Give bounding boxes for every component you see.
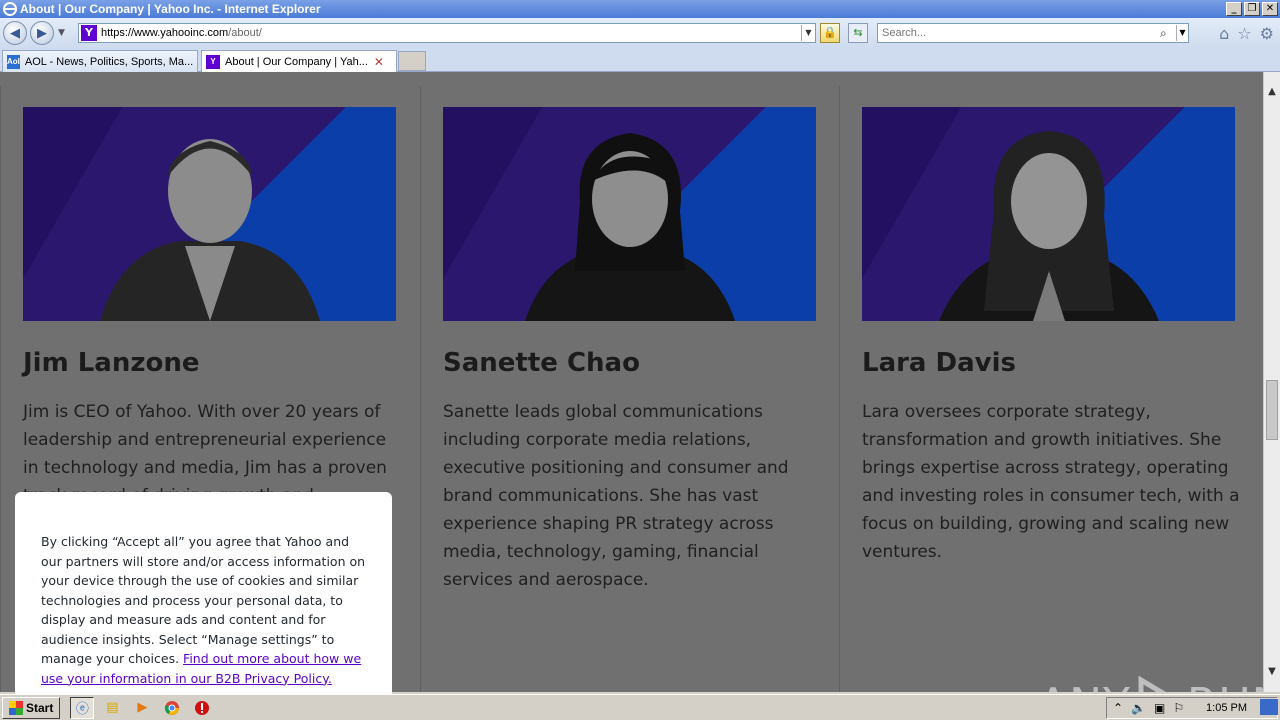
address-bar[interactable]: Y https://www.yahooinc.com/about/ ▼ [78, 23, 816, 43]
minimize-button[interactable]: _ [1226, 2, 1242, 16]
person-name: Lara Davis [862, 348, 1016, 378]
chrome-icon[interactable] [160, 697, 184, 719]
person-bio: Sanette leads global communications incl… [443, 402, 789, 590]
media-player-icon[interactable]: ▶ [130, 697, 154, 719]
start-button[interactable]: Start [2, 696, 61, 719]
person-photo [23, 107, 396, 321]
search-icon[interactable]: ⌕ [1160, 26, 1176, 41]
tray-expand-icon[interactable]: ⌃ [1113, 701, 1123, 715]
person-portrait-icon [524, 133, 735, 321]
maximize-button[interactable]: ❐ [1244, 2, 1260, 16]
settings-gear-icon[interactable]: ⚙ [1260, 24, 1274, 43]
ie-icon [2, 1, 18, 17]
volume-icon[interactable]: 🔈 [1131, 701, 1146, 715]
cookie-consent-text: By clicking “Accept all” you agree that … [41, 534, 366, 666]
play-icon [1138, 676, 1166, 692]
tab-bar: Aol AOL - News, Politics, Sports, Ma... … [0, 48, 1280, 72]
vertical-scrollbar[interactable]: ▲ ▼ [1263, 72, 1280, 692]
taskbar: Start ⓔ ▤ ▶ ⌃ 🔈 ▣ ⚐ 1:05 PM [0, 694, 1280, 720]
network-icon[interactable]: ▣ [1154, 701, 1165, 715]
aol-icon: Aol [7, 54, 20, 69]
forward-arrow-icon: ▶ [37, 25, 47, 41]
search-dropdown-icon[interactable]: ▼ [1176, 25, 1188, 41]
address-url[interactable]: https://www.yahooinc.com/about/ [101, 27, 801, 39]
person-photo [862, 107, 1235, 321]
tab-label: About | Our Company | Yah... [225, 55, 368, 68]
favorites-star-icon[interactable]: ☆ [1237, 24, 1251, 43]
new-tab-button[interactable] [398, 51, 426, 71]
ie-taskbar-icon[interactable]: ⓔ [70, 696, 95, 719]
tab-yahoo-about[interactable]: Y About | Our Company | Yah... ✕ [201, 50, 397, 72]
show-desktop-icon[interactable] [1260, 699, 1278, 715]
refresh-icon[interactable]: ⇆ [848, 23, 868, 43]
yahoo-icon: Y [206, 54, 220, 69]
person-card-sanette: Sanette Chao Sanette leads global commun… [420, 86, 839, 692]
person-bio: Lara oversees corporate strategy, transf… [862, 402, 1240, 562]
address-dropdown-icon[interactable]: ▼ [801, 25, 815, 41]
person-photo [443, 107, 816, 321]
tab-label: AOL - News, Politics, Sports, Ma... [24, 55, 194, 68]
window-title: About | Our Company | Yahoo Inc. - Inter… [20, 2, 321, 16]
home-icon[interactable]: ⌂ [1219, 24, 1229, 43]
search-placeholder[interactable]: Search... [878, 27, 1160, 39]
history-dropdown-icon[interactable]: ▼ [58, 28, 65, 38]
scrollbar-thumb[interactable] [1266, 380, 1278, 440]
folder-icon[interactable]: ▤ [100, 697, 124, 719]
person-portrait-icon [99, 139, 320, 321]
flag-icon[interactable]: ⚐ [1173, 701, 1184, 715]
yahoo-favicon-icon: Y [81, 25, 97, 41]
search-box[interactable]: Search... ⌕ ▼ [877, 23, 1189, 43]
person-card-lara: Lara Davis Lara oversees corporate strat… [839, 86, 1258, 692]
warning-app-icon[interactable] [190, 697, 214, 719]
back-arrow-icon: ◀ [10, 25, 20, 41]
back-button[interactable]: ◀ [3, 21, 27, 45]
tab-aol[interactable]: Aol AOL - News, Politics, Sports, Ma... [2, 50, 198, 72]
scroll-down-icon[interactable]: ▼ [1264, 664, 1280, 680]
system-tray: ⌃ 🔈 ▣ ⚐ 1:05 PM [1106, 697, 1278, 719]
lock-icon[interactable]: 🔒 [820, 23, 840, 43]
navigation-bar: ◀ ▶ ▼ Y https://www.yahooinc.com/about/ … [0, 18, 1280, 48]
clock[interactable]: 1:05 PM [1206, 702, 1247, 714]
close-button[interactable]: ✕ [1262, 2, 1278, 16]
anyrun-watermark: ANY RUN [1038, 676, 1263, 692]
person-name: Jim Lanzone [23, 348, 200, 378]
windows-logo-icon [9, 700, 23, 715]
person-portrait-icon [938, 131, 1159, 321]
scroll-up-icon[interactable]: ▲ [1264, 84, 1280, 100]
cookie-consent-dialog: By clicking “Accept all” you agree that … [15, 492, 392, 702]
close-tab-icon[interactable]: ✕ [374, 55, 384, 69]
person-name: Sanette Chao [443, 348, 640, 378]
forward-button[interactable]: ▶ [30, 21, 54, 45]
window-titlebar: About | Our Company | Yahoo Inc. - Inter… [0, 0, 1280, 18]
